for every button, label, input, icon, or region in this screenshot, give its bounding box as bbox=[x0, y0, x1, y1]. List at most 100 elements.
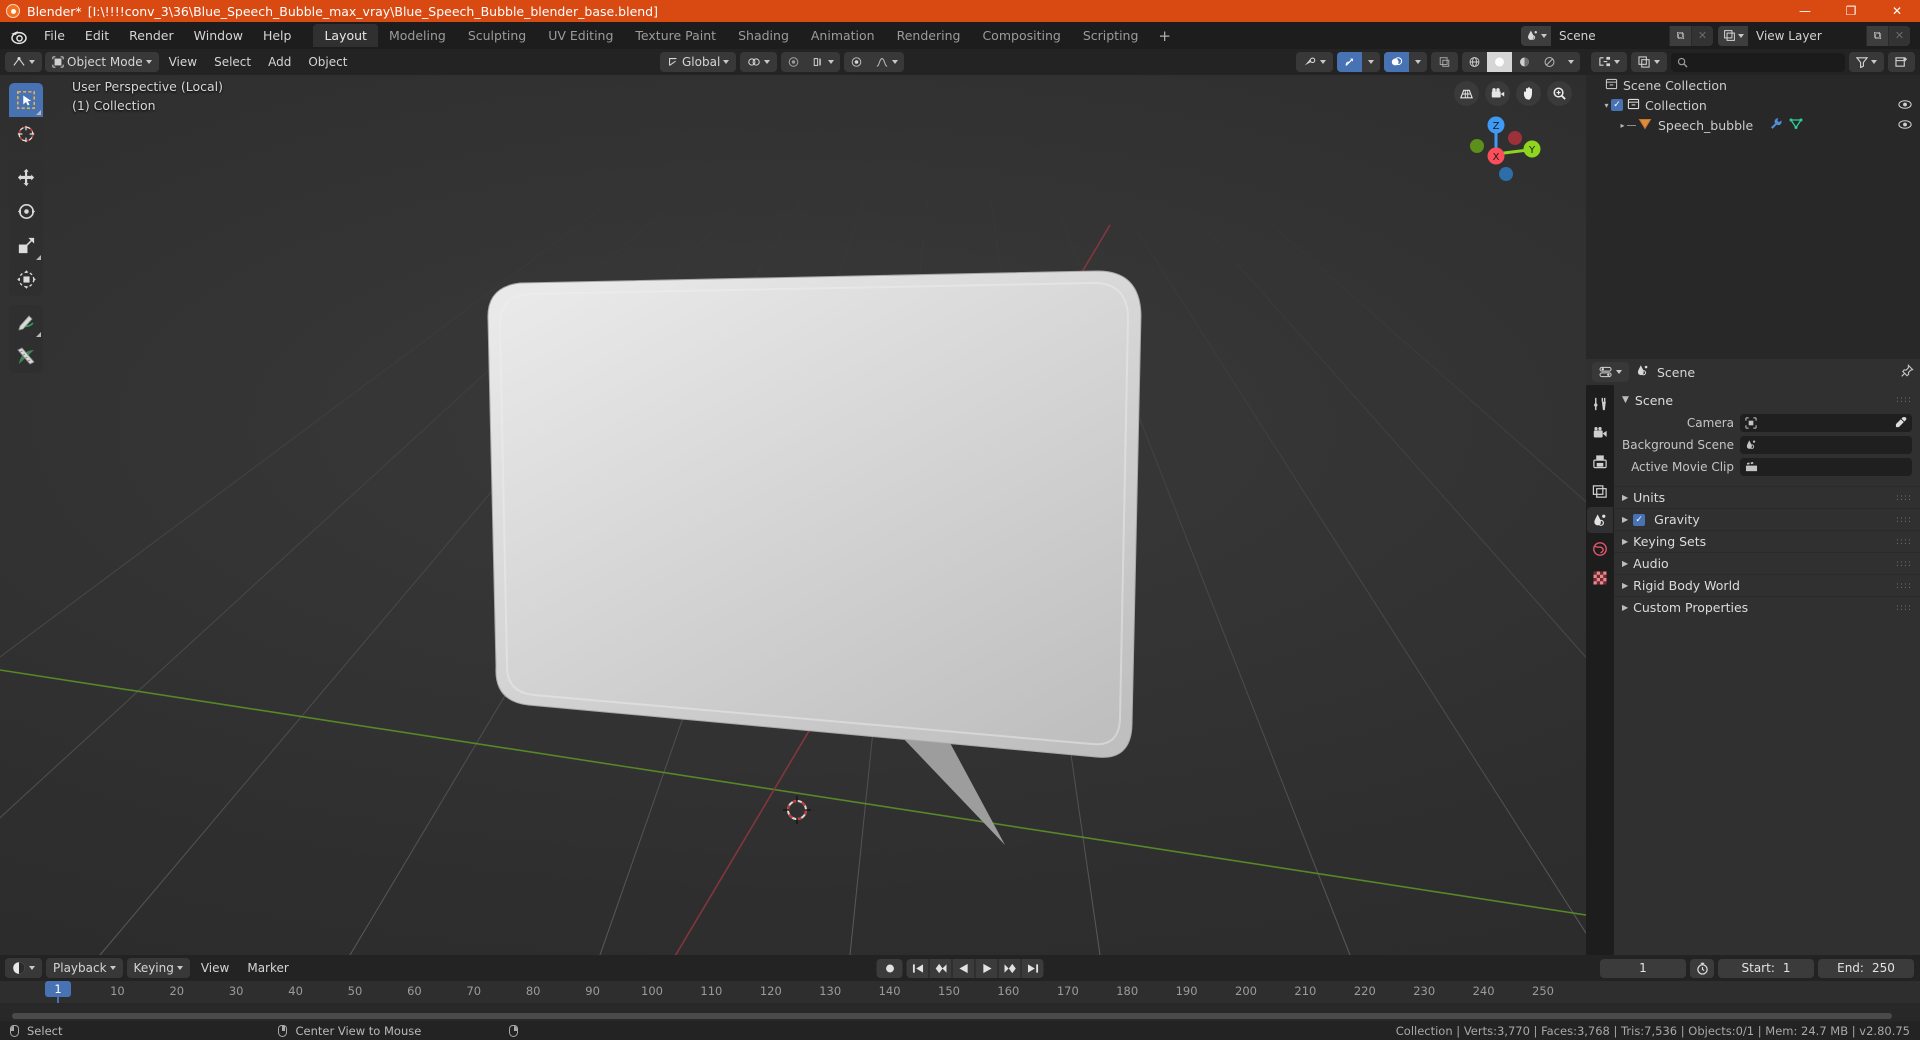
view-layer-selector[interactable]: View Layer ⧉ ✕ bbox=[1718, 25, 1910, 46]
shading-options-dropdown[interactable] bbox=[1562, 52, 1580, 72]
toggle-xray-button[interactable] bbox=[1431, 52, 1458, 72]
collection-visibility-eye-icon[interactable] bbox=[1898, 98, 1912, 113]
new-scene-button[interactable]: ⧉ bbox=[1669, 25, 1691, 46]
play-reverse-button[interactable] bbox=[952, 958, 975, 978]
gizmo-group[interactable] bbox=[1337, 52, 1380, 72]
zoom-view-icon[interactable] bbox=[1547, 81, 1572, 106]
new-view-layer-button[interactable]: ⧉ bbox=[1866, 25, 1888, 46]
overlays-group[interactable] bbox=[1384, 52, 1427, 72]
scale-tool[interactable] bbox=[9, 228, 43, 262]
object-mode-selector[interactable]: Object Mode bbox=[45, 52, 159, 72]
tab-render[interactable] bbox=[1587, 420, 1613, 446]
axis-gizmo[interactable]: Z Y X bbox=[1466, 112, 1541, 184]
section-units[interactable]: ▶ Units :::: bbox=[1614, 486, 1920, 508]
workspace-tab-modeling[interactable]: Modeling bbox=[378, 24, 457, 47]
timeline-ruler[interactable]: 10 20 30 40 50 60 70 80 90 100 110 120 130 140 150 160 1… bbox=[0, 981, 1920, 1025]
timeline-horizontal-scrollbar[interactable] bbox=[12, 1013, 1892, 1019]
close-button[interactable]: ✕ bbox=[1874, 0, 1920, 22]
scene-name-field[interactable]: Scene bbox=[1551, 25, 1669, 46]
material-preview-button[interactable] bbox=[1512, 52, 1537, 72]
transform-orientation-selector[interactable]: Global bbox=[660, 52, 737, 72]
workspace-tab-animation[interactable]: Animation bbox=[800, 24, 886, 47]
section-keying-sets[interactable]: ▶ Keying Sets :::: bbox=[1614, 530, 1920, 552]
properties-editor[interactable]: Scene ▼ Scene:::: Camera Background Sce… bbox=[1586, 359, 1920, 955]
scene-selector[interactable]: Scene ⧉ ✕ bbox=[1521, 25, 1713, 46]
timeline-body[interactable] bbox=[0, 1003, 1920, 1021]
solid-shading-button[interactable] bbox=[1487, 52, 1512, 72]
expand-arrow-object[interactable]: ▸ bbox=[1618, 121, 1627, 130]
move-tool[interactable] bbox=[9, 160, 43, 194]
object-visibility-eye-icon[interactable] bbox=[1898, 118, 1912, 133]
show-overlays-toggle[interactable] bbox=[1384, 52, 1409, 72]
timeline-menu-marker[interactable]: Marker bbox=[240, 958, 295, 978]
timeline-playhead[interactable]: 1 bbox=[45, 981, 71, 997]
remove-view-layer-button[interactable]: ✕ bbox=[1888, 25, 1910, 46]
minimize-button[interactable]: — bbox=[1782, 0, 1828, 22]
section-rigid-body-world[interactable]: ▶ Rigid Body World :::: bbox=[1614, 574, 1920, 596]
shading-mode-group[interactable] bbox=[1462, 52, 1580, 72]
proportional-editing-group[interactable] bbox=[781, 52, 841, 72]
select-box-tool[interactable] bbox=[9, 83, 43, 117]
timeline-editor-type-selector[interactable] bbox=[5, 958, 42, 978]
tab-output[interactable] bbox=[1587, 449, 1613, 475]
menu-help[interactable]: Help bbox=[253, 25, 302, 46]
viewport-menu-view[interactable]: View bbox=[162, 52, 204, 72]
section-audio[interactable]: ▶ Audio :::: bbox=[1614, 552, 1920, 574]
snap-during-transform-group[interactable] bbox=[844, 52, 905, 72]
measure-tool[interactable] bbox=[9, 339, 43, 373]
timeline-editor[interactable]: Playback Keying View Marker 1 Start: 1 E… bbox=[0, 955, 1920, 1025]
jump-to-start-button[interactable] bbox=[906, 958, 929, 978]
annotate-tool[interactable] bbox=[9, 305, 43, 339]
outliner-editor[interactable]: Scene Collection ▾ ✓ Collection ▸ Speech… bbox=[1586, 49, 1920, 359]
workspace-tab-layout[interactable]: Layout bbox=[313, 24, 378, 47]
section-gravity[interactable]: ▶ ✓ Gravity :::: bbox=[1614, 508, 1920, 530]
outliner-editor-type-selector[interactable] bbox=[1591, 52, 1627, 72]
pin-icon[interactable] bbox=[1900, 363, 1914, 381]
timeline-menu-playback[interactable]: Playback bbox=[46, 958, 123, 978]
outliner-row-collection[interactable]: ▾ ✓ Collection bbox=[1586, 95, 1920, 115]
jump-prev-keyframe-button[interactable] bbox=[929, 958, 952, 978]
outliner-search-input[interactable] bbox=[1671, 52, 1845, 72]
jump-to-end-button[interactable] bbox=[1021, 958, 1044, 978]
add-workspace-button[interactable]: + bbox=[1149, 25, 1180, 47]
tab-view-layer[interactable] bbox=[1587, 478, 1613, 504]
properties-editor-type-selector[interactable] bbox=[1592, 362, 1629, 382]
start-frame-field[interactable]: Start: 1 bbox=[1718, 958, 1814, 978]
wireframe-shading-button[interactable] bbox=[1462, 52, 1487, 72]
show-gizmo-toggle[interactable] bbox=[1337, 52, 1362, 72]
active-movie-clip-field[interactable] bbox=[1740, 457, 1912, 476]
expand-arrow-collection[interactable]: ▾ bbox=[1602, 101, 1611, 110]
current-frame-field[interactable]: 1 bbox=[1600, 958, 1686, 978]
3d-viewport[interactable]: Object Mode View Select Add Object Globa… bbox=[0, 49, 1586, 955]
play-button[interactable] bbox=[975, 958, 998, 978]
outliner-row-scene-collection[interactable]: Scene Collection bbox=[1586, 75, 1920, 95]
new-collection-button[interactable] bbox=[1888, 52, 1915, 72]
outliner-display-mode-selector[interactable] bbox=[1631, 52, 1667, 72]
transform-tool[interactable] bbox=[9, 262, 43, 296]
auto-keying-button[interactable] bbox=[1690, 958, 1714, 978]
mesh-data-icon[interactable] bbox=[1789, 117, 1803, 133]
pan-view-icon[interactable] bbox=[1516, 81, 1541, 106]
workspace-tab-scripting[interactable]: Scripting bbox=[1072, 24, 1150, 47]
tab-texture[interactable] bbox=[1587, 565, 1613, 591]
scene-panel-header[interactable]: ▼ Scene :::: bbox=[1614, 389, 1920, 411]
workspace-tab-texture-paint[interactable]: Texture Paint bbox=[624, 24, 727, 47]
section-custom-properties[interactable]: ▶ Custom Properties :::: bbox=[1614, 596, 1920, 618]
snap-dot-icon[interactable] bbox=[844, 52, 869, 72]
cursor-tool[interactable] bbox=[9, 117, 43, 151]
toggle-orthographic-icon[interactable] bbox=[1454, 81, 1479, 106]
snapping-toggle[interactable] bbox=[740, 52, 778, 72]
collection-checkbox[interactable]: ✓ bbox=[1611, 99, 1623, 111]
viewport-menu-object[interactable]: Object bbox=[301, 52, 354, 72]
timeline-menu-view[interactable]: View bbox=[194, 958, 236, 978]
outliner-filter-button[interactable] bbox=[1849, 52, 1884, 72]
tab-world[interactable] bbox=[1587, 536, 1613, 562]
workspace-tab-uv-editing[interactable]: UV Editing bbox=[537, 24, 624, 47]
menu-render[interactable]: Render bbox=[119, 25, 184, 46]
falloff-curve-selector[interactable] bbox=[869, 52, 904, 72]
rendered-shading-button[interactable] bbox=[1537, 52, 1562, 72]
visibility-selector[interactable] bbox=[1296, 52, 1333, 72]
eyedropper-icon[interactable] bbox=[1895, 413, 1907, 432]
editor-type-selector[interactable] bbox=[5, 52, 42, 72]
camera-field[interactable] bbox=[1740, 413, 1912, 432]
